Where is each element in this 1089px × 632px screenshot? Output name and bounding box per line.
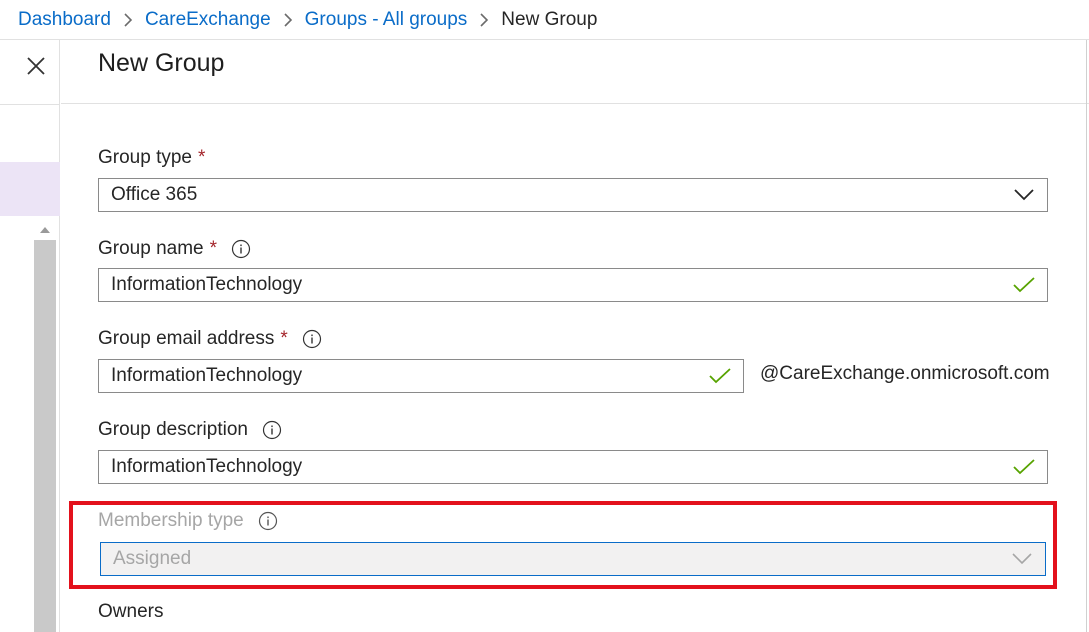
- info-icon[interactable]: [302, 329, 322, 349]
- required-mark: *: [280, 328, 288, 349]
- breadcrumb-dashboard[interactable]: Dashboard: [18, 9, 111, 31]
- breadcrumb-groups[interactable]: Groups - All groups: [305, 9, 468, 31]
- highlight-annotation-box: [69, 501, 1057, 589]
- breadcrumb: Dashboard CareExchange Groups - All grou…: [0, 0, 1089, 40]
- blade-right-border: [1086, 40, 1087, 632]
- page-title: New Group: [98, 49, 225, 77]
- selected-list-item[interactable]: [0, 162, 60, 216]
- required-mark: *: [198, 147, 206, 168]
- scroll-up-arrow-icon[interactable]: [34, 220, 56, 240]
- checkmark-icon: [1007, 459, 1041, 475]
- group-email-input[interactable]: InformationTechnology: [98, 359, 744, 393]
- group-name-input[interactable]: InformationTechnology: [98, 268, 1048, 302]
- group-type-select[interactable]: Office 365: [98, 178, 1048, 212]
- scrollbar[interactable]: [34, 240, 56, 632]
- group-type-label: Group type *: [98, 147, 206, 168]
- info-icon[interactable]: [231, 239, 251, 259]
- chevron-right-icon: [283, 12, 293, 28]
- group-name-label: Group name *: [98, 238, 251, 260]
- breadcrumb-careexchange[interactable]: CareExchange: [145, 9, 271, 31]
- close-icon[interactable]: [22, 52, 50, 80]
- chevron-right-icon: [123, 12, 133, 28]
- group-description-label: Group description: [98, 419, 282, 441]
- group-description-input[interactable]: InformationTechnology: [98, 450, 1048, 484]
- breadcrumb-current: New Group: [501, 8, 598, 30]
- chevron-down-icon: [1007, 189, 1041, 201]
- blade-header: New Group: [61, 40, 1089, 104]
- chevron-right-icon: [479, 12, 489, 28]
- info-icon[interactable]: [262, 420, 282, 440]
- owners-label: Owners: [98, 601, 164, 622]
- left-pane-divider: [0, 104, 60, 105]
- email-domain-suffix: @CareExchange.onmicrosoft.com: [760, 363, 1050, 384]
- checkmark-icon: [1007, 277, 1041, 293]
- left-pane: [0, 40, 60, 632]
- group-email-label: Group email address *: [98, 328, 322, 350]
- checkmark-icon: [703, 368, 737, 384]
- required-mark: *: [209, 238, 218, 259]
